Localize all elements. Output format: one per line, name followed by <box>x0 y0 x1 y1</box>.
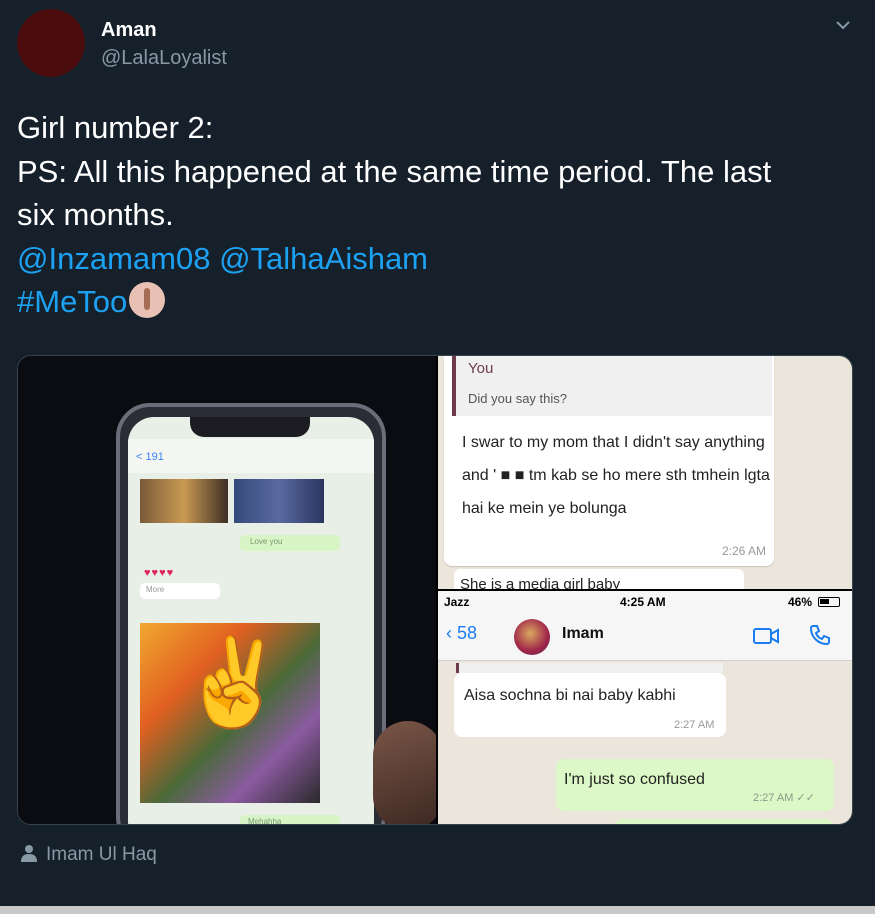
phone-screen: < 191 Love you ♥♥♥♥ More ✌ Mehahha <box>128 417 374 824</box>
message-text: Aisa sochna bi nai baby kabhi <box>464 687 676 704</box>
tweet-line-1: Girl number 2: <box>17 110 214 145</box>
back-button[interactable]: ‹ 58 <box>446 623 477 644</box>
finger <box>373 721 436 824</box>
message-time: 2:27 AM <box>674 719 715 731</box>
pixelated-image <box>140 479 228 523</box>
author-handle[interactable]: @LalaLoyalist <box>101 47 227 70</box>
tweet-line-3: six months. <box>17 197 174 232</box>
avatar[interactable] <box>17 9 85 77</box>
quote-text: Did you say this? <box>468 391 567 406</box>
tagged-user[interactable]: Imam Ul Haq <box>20 844 157 866</box>
outgoing-message-partial <box>614 819 834 824</box>
person-icon <box>21 845 37 862</box>
quoted-reply-partial <box>456 663 723 673</box>
message-time: 2:27 AM ✓✓ <box>753 792 815 804</box>
quote-author: You <box>468 360 494 377</box>
partial-message-text: She is a media girl baby <box>460 576 621 589</box>
message-time: 2:26 AM <box>721 544 766 558</box>
carrier-label: Jazz <box>444 595 470 609</box>
mention-link[interactable]: @Inzamam08 <box>17 241 210 276</box>
taskbar-strip <box>0 906 875 914</box>
pixelated-image <box>234 479 324 523</box>
chat-header: ‹ 58 Imam <box>438 613 852 661</box>
hearts-text: ♥♥♥♥ <box>144 567 175 579</box>
contact-name[interactable]: Imam <box>562 625 604 643</box>
phone-photo[interactable]: < 191 Love you ♥♥♥♥ More ✌ Mehahha <box>18 356 436 824</box>
mention-link[interactable]: @TalhaAisham <box>219 241 428 276</box>
tweet-line-2: PS: All this happened at the same time p… <box>17 153 772 189</box>
battery-label: 46% <box>788 595 813 609</box>
video-call-icon[interactable] <box>752 625 780 647</box>
phone-notch <box>190 417 310 437</box>
message-text: I'm just so confused <box>564 771 705 788</box>
phone-call-icon[interactable] <box>808 623 832 647</box>
chat-screenshot-top[interactable]: You Did you say this? I swar to my mom t… <box>438 356 852 589</box>
victory-hand-icon: ✌ <box>180 635 288 731</box>
raised-hand-emoji-icon <box>129 282 166 318</box>
incoming-message: You Did you say this? I swar to my mom t… <box>444 356 774 566</box>
tagged-user-name: Imam Ul Haq <box>46 844 157 865</box>
phone-chat-header: < 191 <box>128 439 374 473</box>
hashtag-link[interactable]: #MeToo <box>17 284 127 319</box>
battery-icon <box>818 597 840 607</box>
phone-back-label: < 191 <box>136 451 164 463</box>
status-bar: Jazz 4:25 AM 46% <box>438 591 852 613</box>
tweet-text: Girl number 2: PS: All this happened at … <box>17 106 847 324</box>
media-grid[interactable]: < 191 Love you ♥♥♥♥ More ✌ Mehahha You D… <box>17 355 853 825</box>
status-time: 4:25 AM <box>620 595 666 609</box>
message-text: I swar to my mom that I didn't say anyth… <box>462 434 770 517</box>
chevron-down-icon[interactable] <box>832 14 854 36</box>
chat-screenshot-bottom[interactable]: Jazz 4:25 AM 46% ‹ 58 Imam Aisa sochna b… <box>438 591 852 824</box>
phone-outgoing-bubble: Love you <box>240 535 340 551</box>
phone-incoming-bubble: More <box>140 583 220 599</box>
quoted-reply: You Did you say this? <box>452 356 772 416</box>
contact-avatar[interactable] <box>514 619 550 655</box>
phone-device: < 191 Love you ♥♥♥♥ More ✌ Mehahha <box>116 403 386 824</box>
phone-outgoing-bubble: Mehahha <box>240 815 340 824</box>
tweet-card: Aman @LalaLoyalist Girl number 2: PS: Al… <box>0 0 875 914</box>
author-name[interactable]: Aman <box>101 19 157 42</box>
